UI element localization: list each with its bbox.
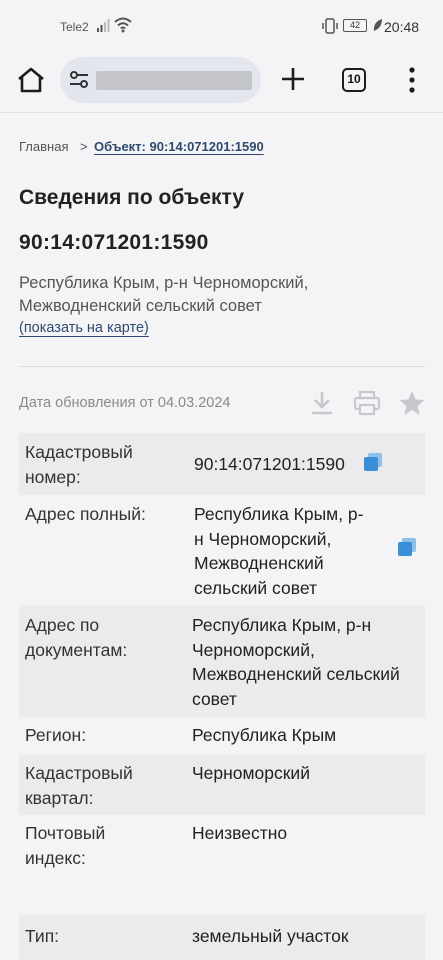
show-on-map-link[interactable]: (показать на карте) [19,320,149,336]
download-icon[interactable] [309,389,335,417]
copy-icon[interactable] [396,536,418,558]
update-date: Дата обновления от 04.03.2024 [19,395,231,411]
info-row-document-address: Адрес по документам: Республика Крым, р-н… [19,605,425,717]
info-value: Республика Крым, р-н Черноморский, Межвод… [192,615,400,709]
address-line-1: Республика Крым, р-н Черноморский, [19,274,309,292]
battery-indicator: 42 [343,19,367,32]
info-label: Тип: [25,926,60,946]
site-settings-icon[interactable] [68,69,90,91]
tab-switcher-button[interactable]: 10 [342,68,366,92]
info-value: Черноморский [192,763,310,783]
print-icon[interactable] [353,389,381,417]
divider [19,366,425,367]
carrier-label: Tele2 [60,20,89,34]
info-value: земельный участок [192,926,349,946]
leaf-icon [373,19,382,31]
signal-icon [97,19,110,32]
info-value: Республика Крым [192,725,337,745]
info-row-region: Регион: Республика Крым [19,717,425,755]
address-line-2: Межводненский сельский совет [19,297,262,315]
info-label: Почтовый индекс: [25,823,106,868]
page-title: Сведения по объекту [19,186,245,209]
info-row-full-address: Адрес полный: Республика Крым, р-н Черно… [19,495,425,605]
info-row-cadastral-number: Кадастровый номер: 90:14:071201:1590 [19,433,425,495]
breadcrumb-current[interactable]: Объект: 90:14:071201:1590 [94,139,264,154]
new-tab-icon[interactable] [280,65,306,93]
info-label: Адрес по документам: [25,615,128,660]
info-row-postal-code: Почтовый индекс: Неизвестно [19,815,425,915]
url-text-redacted [96,71,252,90]
info-value: Республика Крым, р-н Черноморский, Межво… [194,504,364,598]
info-label: Регион: [25,725,87,745]
vibrate-icon [322,18,338,34]
object-address: Республика Крым, р-н Черноморский, Межво… [19,272,419,318]
info-row-cadastral-quarter: Кадастровый квартал: Черноморский [19,755,425,815]
more-menu-icon[interactable] [400,66,424,94]
info-row-type: Тип: земельный участок [19,915,425,960]
info-value: Неизвестно [192,823,288,843]
browser-toolbar: 10 [0,54,443,106]
home-icon[interactable] [16,66,46,94]
favorite-star-icon[interactable] [398,389,426,417]
copy-icon[interactable] [362,451,384,473]
cadastral-number-heading: 90:14:071201:1590 [19,231,209,254]
clock: 20:48 [384,19,420,35]
breadcrumb-separator: > [80,139,88,154]
status-bar: Tele2 42 20:48 [0,0,443,54]
info-label: Кадастровый квартал: [25,763,133,808]
address-bar[interactable] [60,57,261,103]
info-label: Кадастровый номер: [25,442,133,487]
wifi-icon [114,17,132,33]
divider [0,112,443,113]
breadcrumb-home[interactable]: Главная [19,139,68,154]
info-value: 90:14:071201:1590 [194,454,345,474]
info-label: Адрес полный: [25,504,146,524]
